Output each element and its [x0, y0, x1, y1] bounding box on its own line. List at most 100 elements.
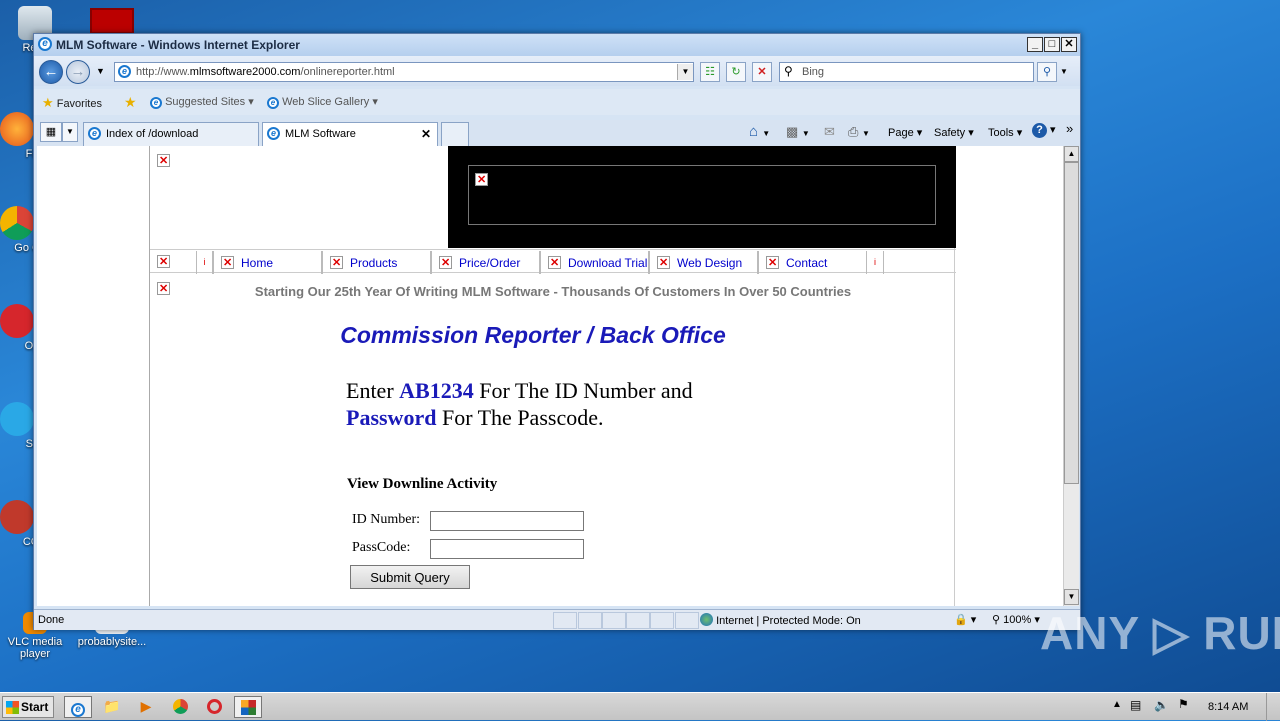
passcode-input[interactable] [430, 539, 584, 559]
menu-contact[interactable]: Contact [758, 251, 867, 274]
broken-menu-item-image-icon [330, 256, 343, 269]
search-placeholder: Bing [802, 66, 825, 78]
submit-query-button[interactable]: Submit Query [350, 565, 470, 589]
desktop-icon-pdf[interactable] [90, 8, 134, 34]
taskbar-ie[interactable]: e [64, 696, 92, 718]
tab-index-download[interactable]: e Index of /download [83, 122, 259, 146]
add-favorite-icon[interactable]: ★ [124, 94, 137, 111]
title-bar[interactable]: e MLM Software - Windows Internet Explor… [34, 34, 1080, 56]
back-button[interactable]: ← [39, 60, 63, 84]
folder-icon: 📁 [103, 698, 121, 714]
show-hidden-icons-icon[interactable]: ▲ [1112, 699, 1122, 710]
safety-menu[interactable]: Safety ▾ [934, 126, 974, 139]
start-button[interactable]: Start [2, 696, 54, 718]
menu-spacer-icon: i [196, 251, 213, 274]
broken-menu-item-image-icon [439, 256, 452, 269]
broken-menu-item-image-icon [221, 256, 234, 269]
tagline: Starting Our 25th Year Of Writing MLM So… [254, 284, 852, 299]
demo-password: Password [346, 405, 437, 430]
taskbar-media-player[interactable]: ▶ [132, 696, 160, 718]
web-slice-icon: e [267, 97, 279, 109]
refresh-button[interactable]: ↻ [726, 62, 746, 82]
favorites-star-icon: ★ [42, 95, 54, 110]
page-menu[interactable]: Page ▾ [888, 126, 922, 139]
quick-tabs-button[interactable]: ▦ [40, 122, 62, 142]
tab-favicon-icon: e [88, 127, 101, 140]
stop-button[interactable]: ✕ [752, 62, 772, 82]
show-desktop-button[interactable] [1266, 693, 1280, 721]
menu-products[interactable]: Products [322, 251, 431, 274]
taskbar-explorer[interactable]: 📁 [98, 696, 126, 718]
header-banner-frame [468, 165, 936, 225]
internet-zone[interactable]: Internet | Protected Mode: On [700, 613, 861, 627]
scroll-thumb[interactable] [1064, 162, 1079, 484]
suggested-sites-link[interactable]: e Suggested Sites ▾ [150, 95, 254, 109]
menu-download-trial[interactable]: Download Trial [540, 251, 649, 274]
network-icon[interactable]: ▤ [1130, 698, 1141, 712]
broken-menu-image-icon [157, 255, 170, 268]
close-button[interactable]: ✕ [1061, 37, 1077, 52]
address-bar[interactable]: e http://www.mlmsoftware2000.com/onliner… [114, 62, 694, 82]
forward-button[interactable]: → [66, 60, 90, 84]
tab-close-icon[interactable]: ✕ [421, 127, 431, 141]
history-dropdown-icon[interactable]: ▼ [96, 66, 105, 76]
taskbar-app-extra[interactable] [234, 696, 262, 718]
print-button[interactable]: ⎙ ▼ [848, 124, 870, 140]
compatibility-view-button[interactable]: ☷ [700, 62, 720, 82]
search-options-icon[interactable]: ▼ [1060, 67, 1068, 76]
help-button[interactable]: ? ▾ [1032, 123, 1056, 138]
web-page: i Home Products Price/Order Download Tri… [149, 146, 956, 606]
favorites-button[interactable]: ★ Favorites [42, 95, 102, 111]
menu-home[interactable]: Home [213, 251, 322, 274]
new-tab-button[interactable] [441, 122, 469, 146]
address-dropdown-icon[interactable]: ▼ [677, 64, 693, 80]
action-center-flag-icon[interactable]: ⚑ [1178, 697, 1189, 711]
vertical-scrollbar[interactable]: ▲ ▼ [1063, 146, 1079, 606]
window-title: MLM Software - Windows Internet Explorer [56, 38, 300, 52]
broken-menu-item-image-icon [548, 256, 561, 269]
demo-id: AB1234 [399, 378, 474, 403]
id-number-input[interactable] [430, 511, 584, 531]
status-segment [650, 612, 674, 629]
security-settings-icon[interactable]: 🔒 ▾ [954, 613, 976, 626]
clock[interactable]: 8:14 AM [1208, 701, 1248, 713]
broken-logo-image-icon [157, 154, 170, 167]
search-box[interactable]: ⚲ Bing [779, 62, 1034, 82]
search-button[interactable]: ⚲ [1037, 62, 1057, 82]
more-commands-chevron-icon[interactable]: » [1066, 121, 1073, 136]
volume-icon[interactable]: 🔈 [1154, 698, 1169, 712]
read-mail-button[interactable]: ✉ [824, 124, 835, 140]
windows-logo-icon [6, 701, 19, 714]
minimize-button[interactable]: _ [1027, 37, 1043, 52]
app-grid-icon [240, 700, 256, 715]
chrome-taskbar-icon [172, 699, 188, 714]
tab-list-button[interactable]: ▼ [62, 122, 78, 142]
ie-logo-icon: e [38, 37, 52, 51]
opera-icon [0, 304, 34, 338]
home-button[interactable]: ⌂ ▼ [749, 123, 770, 140]
scroll-down-icon[interactable]: ▼ [1064, 589, 1079, 605]
taskbar-chrome[interactable] [166, 696, 194, 718]
ie-taskbar-icon: e [71, 703, 85, 717]
tab-favicon-icon: e [267, 127, 280, 140]
status-segment [675, 612, 699, 629]
maximize-button[interactable]: □ [1044, 37, 1060, 52]
url-host: mlmsoftware2000.com [189, 66, 301, 78]
instruction-line-1: Enter AB1234 For The ID Number and [346, 378, 693, 403]
taskbar-opera[interactable] [200, 696, 228, 718]
status-segment [553, 612, 577, 629]
media-player-icon: ▶ [140, 698, 152, 714]
zoom-control[interactable]: ⚲ 100% ▾ [992, 613, 1040, 626]
scroll-up-icon[interactable]: ▲ [1064, 146, 1079, 162]
zoom-magnifier-icon: ⚲ [992, 614, 1001, 626]
feeds-button[interactable]: ▩ ▼ [786, 124, 810, 140]
tools-menu[interactable]: Tools ▾ [988, 126, 1022, 139]
tab-mlm-software[interactable]: e MLM Software ✕ [262, 122, 438, 146]
menu-price-order[interactable]: Price/Order [431, 251, 540, 274]
web-slice-gallery-link[interactable]: e Web Slice Gallery ▾ [267, 95, 378, 109]
firefox-icon [0, 112, 34, 146]
id-number-label: ID Number: [352, 512, 421, 527]
header-banner [448, 146, 956, 248]
menu-web-design[interactable]: Web Design [649, 251, 758, 274]
broken-menu-item-image-icon [657, 256, 670, 269]
